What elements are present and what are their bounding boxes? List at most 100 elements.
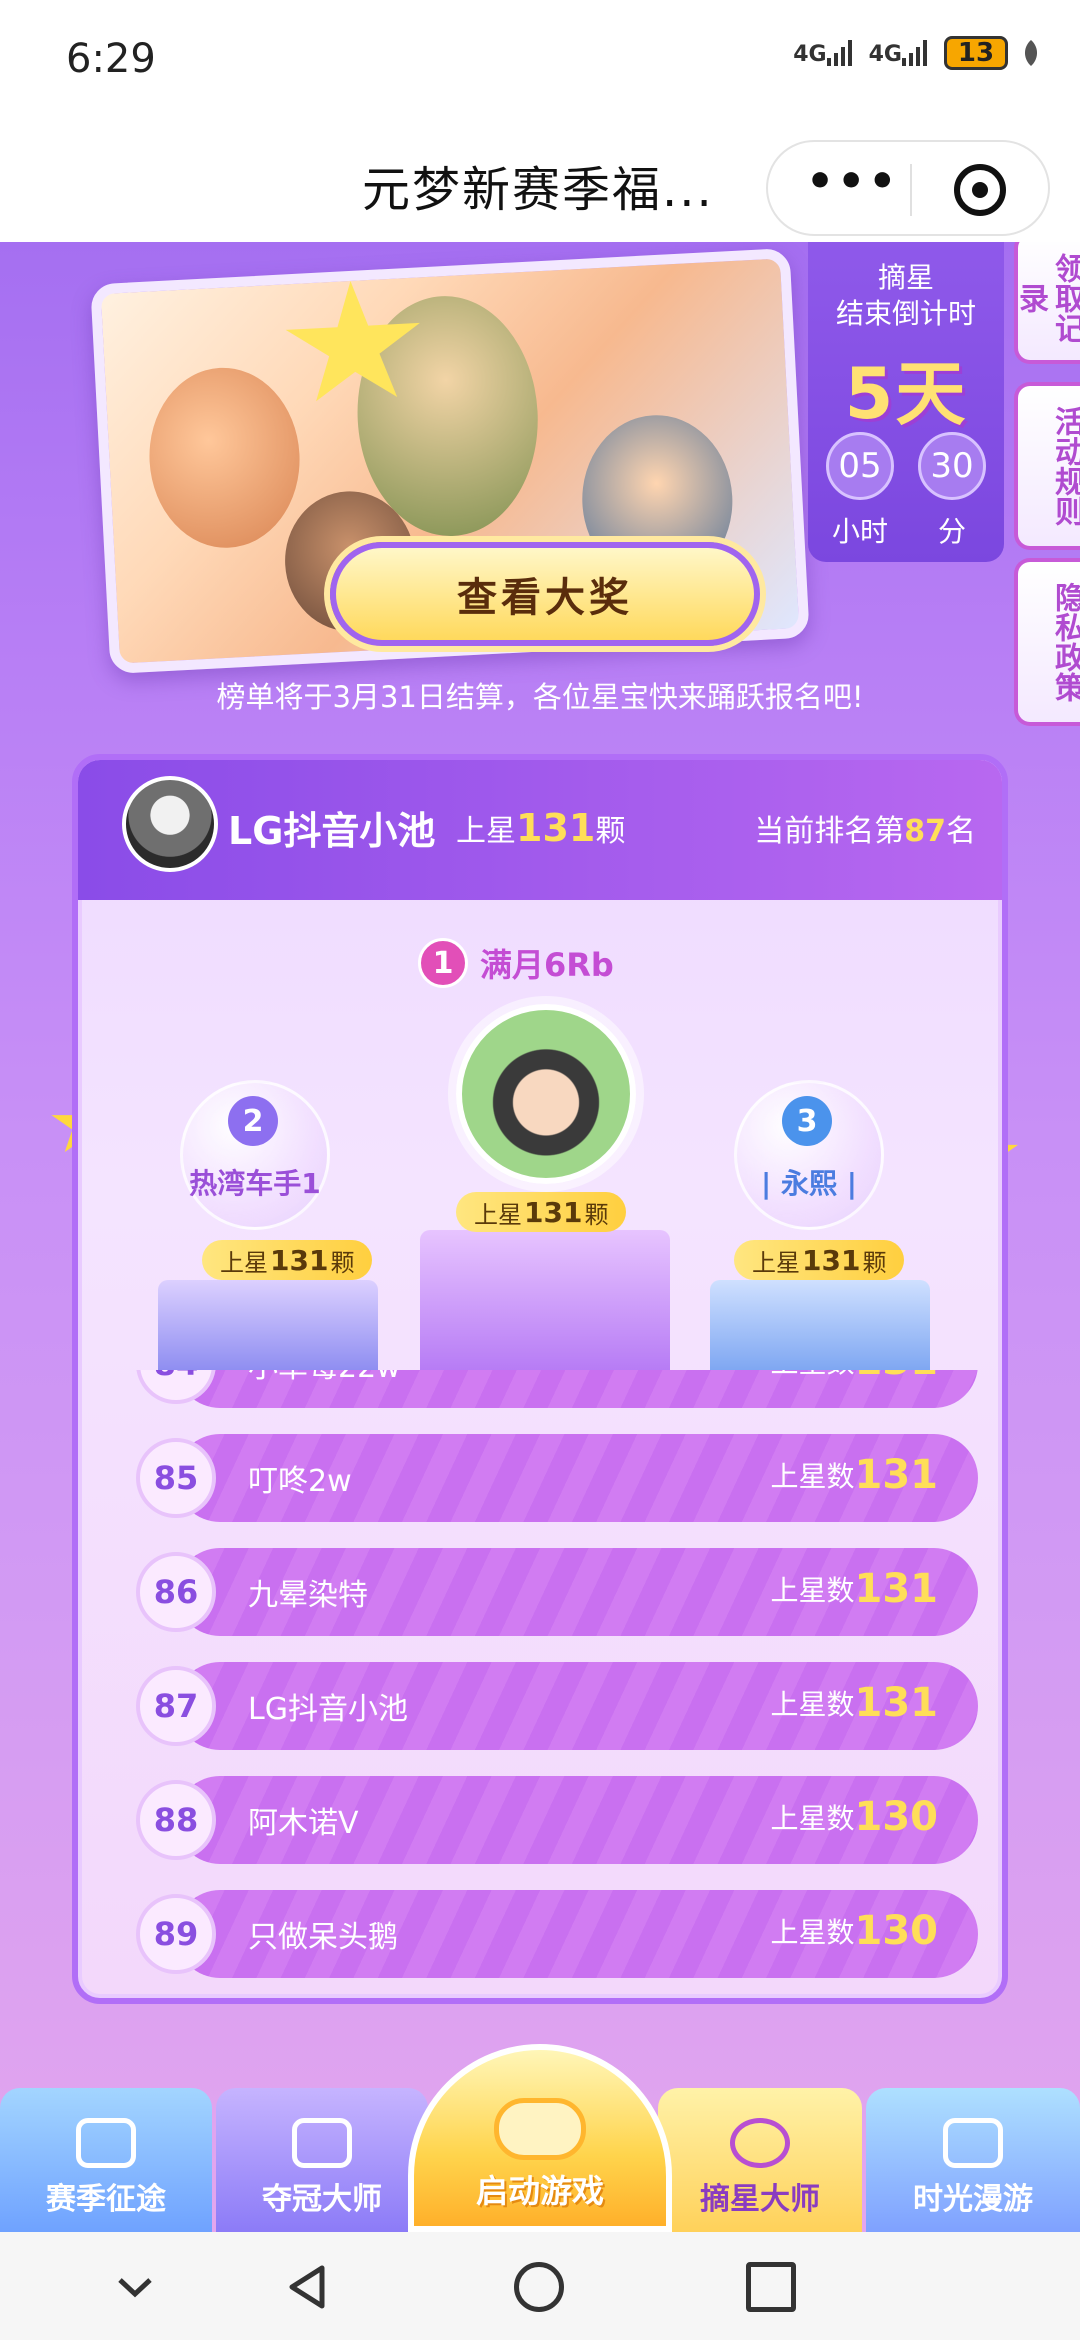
list-item-rank: 85 bbox=[136, 1438, 216, 1518]
settlement-notice: 榜单将于3月31日结算，各位星宝快来踊跃报名吧! bbox=[216, 680, 864, 714]
pedestal-third bbox=[710, 1280, 930, 1370]
battery-level: 13 bbox=[957, 38, 995, 68]
list-item-stars-label: 上星数 bbox=[770, 1802, 855, 1835]
recents-icon[interactable] bbox=[746, 2262, 796, 2312]
rank-2-badge: 2 bbox=[228, 1096, 278, 1146]
ranking-panel: LG抖音小池 上星131颗 当前排名第87名 1 满月6Rb 2 3 热湾车手1… bbox=[72, 754, 1008, 2004]
list-item-stars-value: 131 bbox=[854, 1566, 939, 1612]
countdown-title-line2: 结束倒计时 bbox=[835, 297, 976, 330]
status-bar: 6:29 4G 4G 13 bbox=[0, 0, 1080, 120]
signal-icon-2: 4G bbox=[869, 40, 930, 66]
countdown-minutes: 30 bbox=[918, 432, 986, 500]
back-icon[interactable] bbox=[284, 2262, 334, 2312]
tab-champion-master[interactable]: 夺冠大师 bbox=[216, 2088, 428, 2232]
list-item-stars-value: 131 bbox=[855, 1370, 939, 1384]
first-stars-value: 131 bbox=[524, 1195, 583, 1229]
tab-star-master-label: 摘星大师 bbox=[700, 2182, 820, 2217]
list-item: 88 阿木诺V 上星数130 bbox=[136, 1776, 978, 1864]
home-icon[interactable] bbox=[514, 2262, 564, 2312]
list-item-stars-value: 130 bbox=[854, 1794, 939, 1840]
countdown-title-line1: 摘星 bbox=[877, 261, 934, 294]
top3-podium: 1 满月6Rb 2 3 热湾车手1 | 永熙 | 上星 131 颗 上星 131 颗 上… bbox=[78, 900, 1002, 1370]
signal-label-1: 4G bbox=[793, 42, 827, 67]
my-stars: 上星131颗 bbox=[456, 806, 625, 850]
my-rank-bar: LG抖音小池 上星131颗 当前排名第87名 bbox=[78, 760, 1002, 900]
countdown-title: 摘星 结束倒计时 bbox=[808, 260, 1004, 332]
my-rank-suffix: 名 bbox=[946, 814, 976, 849]
first-place-name: 满月6Rb bbox=[480, 946, 614, 984]
list-item-rank: 86 bbox=[136, 1552, 216, 1632]
list-item: 87 LG抖音小池 上星数131 bbox=[136, 1662, 978, 1750]
third-stars-value: 131 bbox=[802, 1243, 861, 1277]
list-item-name: 九晕染特 bbox=[248, 1578, 368, 1613]
first-stars-suffix: 颗 bbox=[584, 1200, 609, 1229]
first-place-avatar[interactable] bbox=[456, 1004, 636, 1184]
list-item-stars: 上星数130 bbox=[770, 1908, 938, 1954]
side-tab-rules[interactable]: 活动规则 bbox=[1014, 382, 1080, 550]
magnifier-icon bbox=[943, 2118, 1003, 2168]
third-place-name: | 永熙 | bbox=[761, 1167, 857, 1200]
wings-icon bbox=[76, 2118, 136, 2168]
list-item-rank: 88 bbox=[136, 1780, 216, 1860]
second-place-name: 热湾车手1 bbox=[189, 1167, 321, 1200]
list-item-stars-label: 上星数 bbox=[770, 1370, 854, 1379]
list-item-stars: 上星数130 bbox=[770, 1794, 938, 1840]
second-stars-value: 131 bbox=[270, 1243, 329, 1277]
list-item-stars-value: 131 bbox=[854, 1680, 939, 1726]
start-game-label: 启动游戏 bbox=[475, 2172, 604, 2210]
my-stars-value: 131 bbox=[516, 806, 596, 850]
my-stars-suffix: 颗 bbox=[595, 814, 626, 849]
tab-time-roam[interactable]: 时光漫游 bbox=[866, 2088, 1080, 2232]
leaf-icon bbox=[1024, 40, 1038, 66]
side-tab-claim-records[interactable]: 领取记录 bbox=[1013, 242, 1080, 364]
view-prize-button[interactable]: 查看大奖 bbox=[330, 542, 760, 646]
second-stars-suffix: 颗 bbox=[330, 1248, 355, 1277]
second-stars-prefix: 上星 bbox=[220, 1248, 268, 1277]
hours-label: 小时 bbox=[831, 515, 888, 548]
ranking-list[interactable]: 84 小草莓22w 上星数131 85 叮咚2w 上星数131 86 九晕染特 … bbox=[78, 1370, 1002, 1998]
tab-season-journey[interactable]: 赛季征途 bbox=[0, 2088, 212, 2232]
avatar bbox=[122, 776, 218, 872]
battery-icon: 13 bbox=[944, 36, 1008, 70]
tab-star-master[interactable]: 摘星大师 bbox=[658, 2088, 862, 2232]
gamepad-icon bbox=[494, 2098, 586, 2160]
list-item: 86 九晕染特 上星数131 bbox=[136, 1548, 978, 1636]
more-dots-icon[interactable]: ••• bbox=[806, 160, 896, 214]
target-icon[interactable] bbox=[954, 164, 1006, 216]
signal-label-2: 4G bbox=[868, 42, 902, 67]
chevron-down-icon[interactable] bbox=[110, 2262, 160, 2312]
rank-1-badge: 1 bbox=[418, 938, 468, 988]
third-stars-suffix: 颗 bbox=[862, 1248, 887, 1277]
list-item-stars: 上星数131 bbox=[770, 1680, 938, 1726]
mini-program-title-bar: 元梦新赛季福... ••• bbox=[0, 120, 1080, 242]
rank-3-badge: 3 bbox=[782, 1096, 832, 1146]
list-item-stars-label: 上星数 bbox=[770, 1916, 855, 1949]
tab-time-roam-label: 时光漫游 bbox=[913, 2182, 1033, 2217]
page-title: 元梦新赛季福... bbox=[362, 162, 714, 218]
third-stars-prefix: 上星 bbox=[752, 1248, 800, 1277]
trophy-icon bbox=[292, 2118, 352, 2168]
list-item-name: 小草莓22w bbox=[248, 1370, 401, 1386]
minutes-label: 分 bbox=[937, 515, 966, 548]
second-place-stars: 上星 131 颗 bbox=[202, 1240, 373, 1280]
status-icons: 4G 4G 13 bbox=[793, 36, 1040, 70]
tab-champion-master-label: 夺冠大师 bbox=[262, 2182, 382, 2217]
my-name: LG抖音小池 bbox=[228, 809, 436, 853]
first-place-stars: 上星 131 颗 bbox=[456, 1192, 627, 1232]
signal-icon: 4G bbox=[793, 40, 854, 66]
first-stars-prefix: 上星 bbox=[474, 1200, 522, 1229]
event-page: 查看大奖 摘星 结束倒计时 5天 05 30 小时 分 领取记录 活动规则 隐私… bbox=[0, 242, 1080, 2232]
system-nav-bar bbox=[0, 2232, 1080, 2340]
list-item: 89 只做呆头鹅 上星数130 bbox=[136, 1890, 978, 1978]
list-item-stars: 上星数131 bbox=[770, 1566, 938, 1612]
character-image-1 bbox=[144, 363, 305, 552]
my-rank: 当前排名第87名 bbox=[754, 806, 976, 850]
list-item: 85 叮咚2w 上星数131 bbox=[136, 1434, 978, 1522]
countdown-hours: 05 bbox=[826, 432, 894, 500]
my-stars-prefix: 上星 bbox=[456, 814, 516, 849]
third-place-stars: 上星 131 颗 bbox=[734, 1240, 905, 1280]
list-item-stars-label: 上星数 bbox=[770, 1574, 855, 1607]
pedestal-first bbox=[420, 1230, 670, 1370]
status-time: 6:29 bbox=[66, 36, 156, 82]
countdown-panel: 摘星 结束倒计时 5天 05 30 小时 分 bbox=[808, 242, 1004, 562]
